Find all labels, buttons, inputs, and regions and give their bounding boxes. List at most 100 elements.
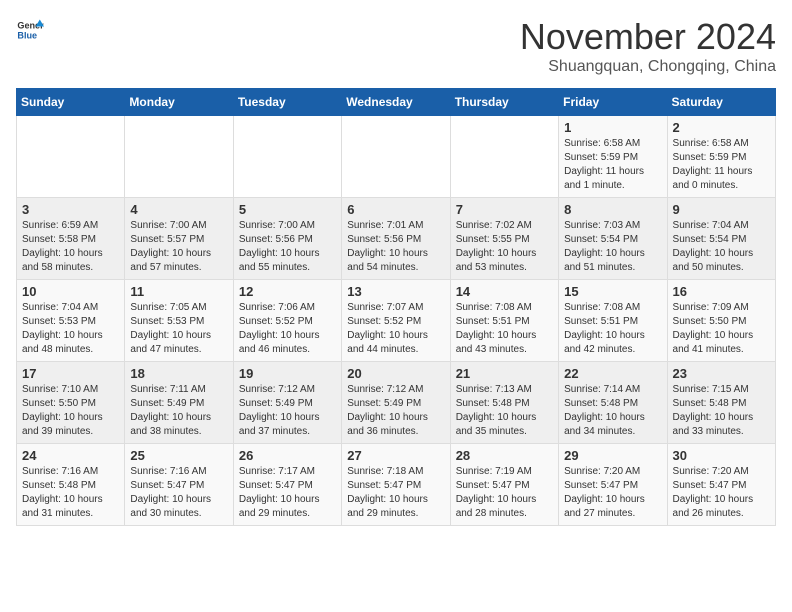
day-info: Sunrise: 7:08 AM Sunset: 5:51 PM Dayligh… [564, 301, 661, 357]
day-info: Sunrise: 7:19 AM Sunset: 5:47 PM Dayligh… [456, 465, 553, 521]
day-info: Sunrise: 7:11 AM Sunset: 5:49 PM Dayligh… [130, 383, 227, 439]
day-info: Sunrise: 7:05 AM Sunset: 5:53 PM Dayligh… [130, 301, 227, 357]
col-friday: Friday [559, 89, 667, 116]
day-number: 13 [347, 284, 444, 299]
day-number: 16 [673, 284, 770, 299]
calendar-body: 1 Sunrise: 6:58 AM Sunset: 5:59 PM Daylig… [17, 116, 776, 526]
day-info: Sunrise: 6:59 AM Sunset: 5:58 PM Dayligh… [22, 219, 119, 275]
day-info: Sunrise: 7:00 AM Sunset: 5:56 PM Dayligh… [239, 219, 336, 275]
col-monday: Monday [125, 89, 233, 116]
calendar-week-5: 24 Sunrise: 7:16 AM Sunset: 5:48 PM Dayli… [17, 444, 776, 526]
calendar-cell-w1-d6: 1 Sunrise: 6:58 AM Sunset: 5:59 PM Daylig… [559, 116, 667, 198]
day-number: 2 [673, 120, 770, 135]
logo: General Blue [16, 16, 44, 44]
day-number: 19 [239, 366, 336, 381]
day-info: Sunrise: 7:12 AM Sunset: 5:49 PM Dayligh… [347, 383, 444, 439]
calendar-cell-w4-d1: 17 Sunrise: 7:10 AM Sunset: 5:50 PM Dayli… [17, 362, 125, 444]
calendar-table: Sunday Monday Tuesday Wednesday Thursday… [16, 88, 776, 526]
calendar-cell-w2-d1: 3 Sunrise: 6:59 AM Sunset: 5:58 PM Daylig… [17, 198, 125, 280]
day-number: 14 [456, 284, 553, 299]
day-info: Sunrise: 6:58 AM Sunset: 5:59 PM Dayligh… [564, 137, 661, 193]
col-wednesday: Wednesday [342, 89, 450, 116]
col-sunday: Sunday [17, 89, 125, 116]
day-info: Sunrise: 6:58 AM Sunset: 5:59 PM Dayligh… [673, 137, 770, 193]
day-info: Sunrise: 7:13 AM Sunset: 5:48 PM Dayligh… [456, 383, 553, 439]
calendar-cell-w2-d3: 5 Sunrise: 7:00 AM Sunset: 5:56 PM Daylig… [233, 198, 341, 280]
day-number: 7 [456, 202, 553, 217]
day-info: Sunrise: 7:02 AM Sunset: 5:55 PM Dayligh… [456, 219, 553, 275]
calendar-cell-w1-d5 [450, 116, 558, 198]
calendar-cell-w1-d3 [233, 116, 341, 198]
calendar-cell-w3-d5: 14Sunrise: 7:08 AM Sunset: 5:51 PM Dayli… [450, 280, 558, 362]
calendar-cell-w2-d6: 8Sunrise: 7:03 AM Sunset: 5:54 PM Daylig… [559, 198, 667, 280]
calendar-cell-w2-d4: 6 Sunrise: 7:01 AM Sunset: 5:56 PM Daylig… [342, 198, 450, 280]
day-number: 10 [22, 284, 119, 299]
day-number: 6 [347, 202, 444, 217]
day-number: 28 [456, 448, 553, 463]
day-number: 30 [673, 448, 770, 463]
location-title: Shuangquan, Chongqing, China [520, 58, 776, 76]
calendar-cell-w4-d4: 20 Sunrise: 7:12 AM Sunset: 5:49 PM Dayli… [342, 362, 450, 444]
calendar-cell-w4-d2: 18 Sunrise: 7:11 AM Sunset: 5:49 PM Dayli… [125, 362, 233, 444]
calendar-cell-w3-d2: 11 Sunrise: 7:05 AM Sunset: 5:53 PM Dayli… [125, 280, 233, 362]
day-info: Sunrise: 7:10 AM Sunset: 5:50 PM Dayligh… [22, 383, 119, 439]
page-header: General Blue November 2024 Shuangquan, C… [16, 16, 776, 76]
day-number: 24 [22, 448, 119, 463]
calendar-cell-w4-d6: 22 Sunrise: 7:14 AM Sunset: 5:48 PM Dayli… [559, 362, 667, 444]
day-info: Sunrise: 7:16 AM Sunset: 5:47 PM Dayligh… [130, 465, 227, 521]
calendar-cell-w2-d5: 7 Sunrise: 7:02 AM Sunset: 5:55 PM Daylig… [450, 198, 558, 280]
calendar-cell-w1-d1 [17, 116, 125, 198]
calendar-cell-w1-d4 [342, 116, 450, 198]
day-info: Sunrise: 7:17 AM Sunset: 5:47 PM Dayligh… [239, 465, 336, 521]
day-number: 5 [239, 202, 336, 217]
col-saturday: Saturday [667, 89, 775, 116]
calendar-cell-w5-d7: 30 Sunrise: 7:20 AM Sunset: 5:47 PM Dayli… [667, 444, 775, 526]
calendar-cell-w4-d5: 21 Sunrise: 7:13 AM Sunset: 5:48 PM Dayli… [450, 362, 558, 444]
calendar-cell-w3-d7: 16 Sunrise: 7:09 AM Sunset: 5:50 PM Dayli… [667, 280, 775, 362]
calendar-week-4: 17 Sunrise: 7:10 AM Sunset: 5:50 PM Dayli… [17, 362, 776, 444]
day-info: Sunrise: 7:15 AM Sunset: 5:48 PM Dayligh… [673, 383, 770, 439]
calendar-week-2: 3 Sunrise: 6:59 AM Sunset: 5:58 PM Daylig… [17, 198, 776, 280]
day-number: 12 [239, 284, 336, 299]
day-number: 21 [456, 366, 553, 381]
day-number: 1 [564, 120, 661, 135]
day-info: Sunrise: 7:04 AM Sunset: 5:54 PM Dayligh… [673, 219, 770, 275]
calendar-cell-w2-d2: 4 Sunrise: 7:00 AM Sunset: 5:57 PM Daylig… [125, 198, 233, 280]
svg-text:Blue: Blue [17, 30, 37, 40]
logo-icon: General Blue [16, 16, 44, 44]
day-number: 4 [130, 202, 227, 217]
day-info: Sunrise: 7:09 AM Sunset: 5:50 PM Dayligh… [673, 301, 770, 357]
day-info: Sunrise: 7:06 AM Sunset: 5:52 PM Dayligh… [239, 301, 336, 357]
month-title: November 2024 [520, 16, 776, 58]
calendar-cell-w5-d4: 27Sunrise: 7:18 AM Sunset: 5:47 PM Dayli… [342, 444, 450, 526]
calendar-week-3: 10Sunrise: 7:04 AM Sunset: 5:53 PM Dayli… [17, 280, 776, 362]
calendar-cell-w3-d3: 12 Sunrise: 7:06 AM Sunset: 5:52 PM Dayli… [233, 280, 341, 362]
day-info: Sunrise: 7:07 AM Sunset: 5:52 PM Dayligh… [347, 301, 444, 357]
day-number: 29 [564, 448, 661, 463]
day-number: 27 [347, 448, 444, 463]
day-number: 20 [347, 366, 444, 381]
day-info: Sunrise: 7:16 AM Sunset: 5:48 PM Dayligh… [22, 465, 119, 521]
title-block: November 2024 Shuangquan, Chongqing, Chi… [520, 16, 776, 76]
day-info: Sunrise: 7:03 AM Sunset: 5:54 PM Dayligh… [564, 219, 661, 275]
day-number: 11 [130, 284, 227, 299]
col-thursday: Thursday [450, 89, 558, 116]
calendar-cell-w2-d7: 9 Sunrise: 7:04 AM Sunset: 5:54 PM Daylig… [667, 198, 775, 280]
day-info: Sunrise: 7:20 AM Sunset: 5:47 PM Dayligh… [673, 465, 770, 521]
day-number: 17 [22, 366, 119, 381]
day-number: 3 [22, 202, 119, 217]
day-info: Sunrise: 7:00 AM Sunset: 5:57 PM Dayligh… [130, 219, 227, 275]
day-info: Sunrise: 7:20 AM Sunset: 5:47 PM Dayligh… [564, 465, 661, 521]
day-number: 9 [673, 202, 770, 217]
day-info: Sunrise: 7:01 AM Sunset: 5:56 PM Dayligh… [347, 219, 444, 275]
calendar-cell-w1-d2 [125, 116, 233, 198]
day-info: Sunrise: 7:14 AM Sunset: 5:48 PM Dayligh… [564, 383, 661, 439]
day-number: 22 [564, 366, 661, 381]
calendar-cell-w3-d1: 10Sunrise: 7:04 AM Sunset: 5:53 PM Dayli… [17, 280, 125, 362]
calendar-header-row: Sunday Monday Tuesday Wednesday Thursday… [17, 89, 776, 116]
calendar-cell-w1-d7: 2 Sunrise: 6:58 AM Sunset: 5:59 PM Daylig… [667, 116, 775, 198]
calendar-cell-w3-d4: 13 Sunrise: 7:07 AM Sunset: 5:52 PM Dayli… [342, 280, 450, 362]
day-number: 26 [239, 448, 336, 463]
calendar-cell-w3-d6: 15Sunrise: 7:08 AM Sunset: 5:51 PM Dayli… [559, 280, 667, 362]
day-number: 18 [130, 366, 227, 381]
